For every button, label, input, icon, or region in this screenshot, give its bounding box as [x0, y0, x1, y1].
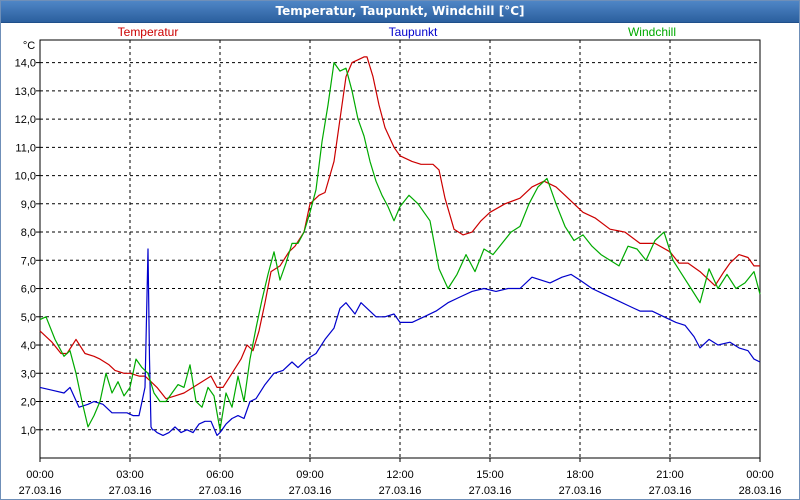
y-tick-label: 13,0 — [15, 86, 36, 98]
x-tick-time: 00:00 — [746, 469, 774, 481]
y-tick-label: 14,0 — [15, 58, 36, 70]
y-axis-label: °C — [23, 40, 35, 52]
legend-item-taupunkt: Taupunkt — [389, 25, 438, 39]
x-tick-time: 09:00 — [296, 469, 324, 481]
x-tick-date: 27.03.16 — [19, 485, 62, 497]
y-tick-label: 3,0 — [21, 368, 36, 380]
line-chart: 1,0 2,0 3,0 4,0 5,0 6,0 7,0 8,0 9,0 10,0 11,0 12,0 1… — [15, 25, 782, 497]
y-tick-label: 12,0 — [15, 114, 36, 126]
x-tick-date: 28.03.16 — [739, 485, 782, 497]
x-tick-date: 27.03.16 — [559, 485, 602, 497]
x-tick-time: 12:00 — [386, 469, 414, 481]
x-tick-time: 03:00 — [116, 469, 144, 481]
y-tick-label: 7,0 — [21, 255, 36, 267]
legend-item-windchill: Windchill — [628, 25, 676, 39]
x-tick-time: 15:00 — [476, 469, 504, 481]
y-tick-label: 5,0 — [21, 312, 36, 324]
x-tick-time: 06:00 — [206, 469, 234, 481]
y-tick-label: 11,0 — [15, 142, 36, 154]
y-tick-label: 1,0 — [21, 425, 36, 437]
y-tick-label: 8,0 — [21, 227, 36, 239]
legend: Temperatur Taupunkt Windchill — [118, 25, 676, 39]
x-tick-time: 00:00 — [26, 469, 54, 481]
x-tick-date: 27.03.16 — [199, 485, 242, 497]
legend-item-temperatur: Temperatur — [118, 25, 179, 39]
y-tick-label: 9,0 — [21, 199, 36, 211]
x-tick-time: 21:00 — [656, 469, 684, 481]
x-tick-time: 18:00 — [566, 469, 594, 481]
y-tick-label: 2,0 — [21, 397, 36, 409]
x-tick-date: 27.03.16 — [109, 485, 152, 497]
x-axis: 00:00 27.03.16 03:00 27.03.16 06:00 27.03.16 0… — [19, 458, 782, 497]
x-tick-date: 27.03.16 — [649, 485, 692, 497]
x-tick-date: 27.03.16 — [289, 485, 332, 497]
x-tick-date: 27.03.16 — [469, 485, 512, 497]
x-tick-date: 27.03.16 — [379, 485, 422, 497]
y-tick-label: 10,0 — [15, 171, 36, 183]
y-tick-label: 6,0 — [21, 284, 36, 296]
y-tick-label: 4,0 — [21, 340, 36, 352]
y-axis: 1,0 2,0 3,0 4,0 5,0 6,0 7,0 8,0 9,0 10,0 11,0 12,0 1… — [15, 58, 40, 437]
